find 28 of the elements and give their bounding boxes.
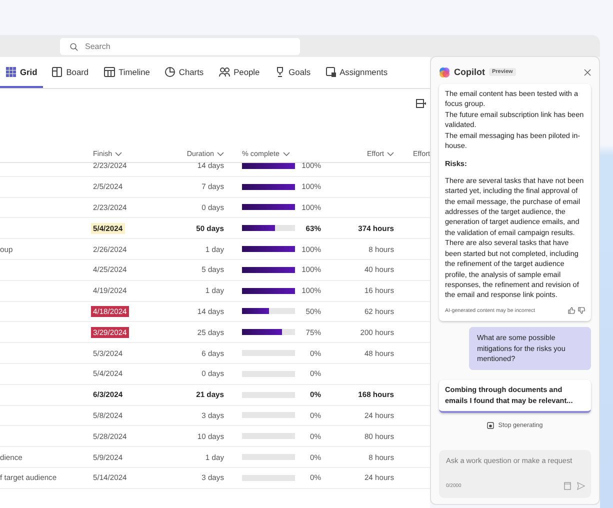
trophy-icon: [274, 66, 285, 76]
chevron-down-icon: [115, 152, 122, 156]
thumbs-up-icon[interactable]: [568, 307, 575, 314]
grid-icon: [6, 66, 16, 76]
close-button[interactable]: [584, 68, 591, 76]
chevron-down-icon: [387, 152, 394, 156]
thumbs-down-icon[interactable]: [578, 307, 585, 314]
tab[interactable]: Charts: [158, 57, 210, 88]
chevron-down-icon: [217, 152, 224, 156]
copilot-logo-icon: [439, 66, 450, 78]
tab[interactable]: Grid: [0, 57, 44, 88]
tab[interactable]: People: [212, 57, 266, 88]
tab[interactable]: Goals: [268, 57, 317, 88]
board-icon: [52, 66, 62, 76]
tab[interactable]: Timeline: [98, 57, 156, 88]
tab[interactable]: Assignments: [320, 57, 394, 88]
assignment-icon: [326, 66, 336, 76]
chevron-down-icon: [282, 152, 290, 156]
close-icon: [584, 68, 591, 76]
timeline-icon: [104, 66, 115, 76]
people-icon: [218, 66, 230, 76]
search-field[interactable]: Search: [60, 38, 300, 54]
search-icon: [70, 42, 78, 50]
tab[interactable]: Board: [46, 57, 95, 88]
panel-title: Copilot: [454, 67, 485, 77]
pie-chart-icon: [164, 66, 175, 76]
column-panel-icon[interactable]: [416, 99, 426, 108]
stop-icon: [487, 422, 494, 430]
